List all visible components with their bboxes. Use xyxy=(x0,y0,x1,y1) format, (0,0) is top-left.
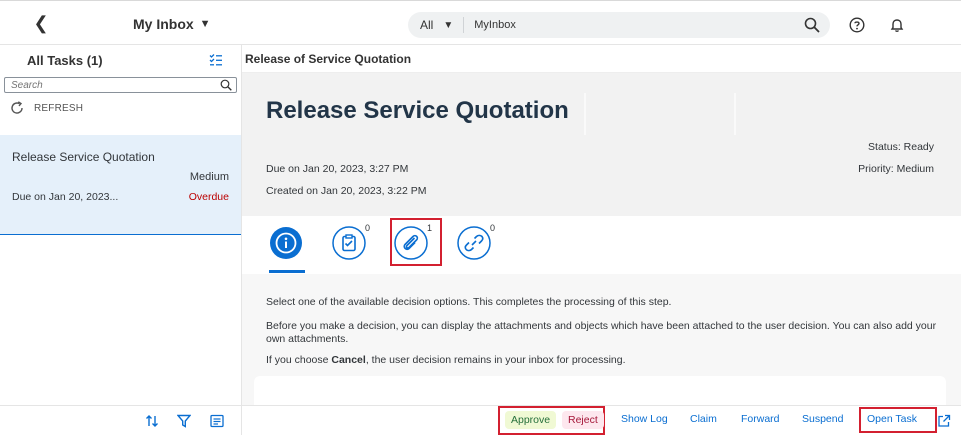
tab-count: 0 xyxy=(365,223,371,233)
tab-notes[interactable]: 0 xyxy=(332,223,370,260)
approve-button[interactable]: Approve xyxy=(505,411,557,429)
cancel-keyword: Cancel xyxy=(331,354,366,366)
detail-title: Release of Service Quotation xyxy=(242,45,961,73)
tab-related-objects[interactable]: 0 xyxy=(457,223,495,260)
open-task-button[interactable]: Open Task xyxy=(867,413,917,425)
chevron-down-icon: ▼ xyxy=(443,19,454,31)
claim-button[interactable]: Claim xyxy=(690,413,717,425)
icon-tab-bar: 0 1 0 xyxy=(242,216,961,274)
refresh-button[interactable]: REFRESH xyxy=(0,93,241,123)
shell-search-input[interactable] xyxy=(474,19,795,31)
tab-count: 0 xyxy=(490,223,496,233)
multi-select-icon[interactable] xyxy=(209,53,223,67)
search-icon[interactable] xyxy=(804,17,820,33)
app-title: My Inbox xyxy=(133,16,194,32)
detail-footer: Approve Reject Show Log Claim Forward Su… xyxy=(242,405,961,435)
back-icon[interactable]: ❮ xyxy=(30,11,52,35)
external-link-icon[interactable] xyxy=(937,414,951,428)
decision-info: Select one of the available decision opt… xyxy=(242,274,961,406)
master-footer xyxy=(0,405,242,435)
content-card xyxy=(254,376,946,406)
filter-icon[interactable] xyxy=(177,414,191,428)
group-icon[interactable] xyxy=(210,414,224,428)
status-text: Status: Ready xyxy=(868,141,934,153)
help-icon[interactable] xyxy=(849,17,865,33)
all-tasks-title: All Tasks (1) xyxy=(27,53,103,68)
reject-button[interactable]: Reject xyxy=(562,411,604,429)
info-paragraph: If you choose Cancel, the user decision … xyxy=(266,354,946,367)
shell-search: All ▼ xyxy=(408,12,830,38)
highlight-box xyxy=(390,218,442,266)
task-search xyxy=(4,77,237,93)
object-title: Release Service Quotation xyxy=(266,97,569,124)
chevron-down-icon: ▼ xyxy=(199,18,211,30)
master-header: All Tasks (1) xyxy=(0,45,241,76)
created-date: Created on Jan 20, 2023, 3:22 PM xyxy=(266,185,427,197)
info-paragraph: Before you make a decision, you can disp… xyxy=(266,320,937,345)
info-paragraph: Select one of the available decision opt… xyxy=(266,296,672,308)
info-icon xyxy=(270,227,302,259)
divider xyxy=(463,17,465,33)
info-text: , the user decision remains in your inbo… xyxy=(365,354,626,366)
selected-tab-indicator xyxy=(269,270,305,273)
info-text: If you choose xyxy=(266,354,332,366)
bell-icon[interactable] xyxy=(889,17,905,33)
divider xyxy=(584,93,586,135)
app-title-menu[interactable]: My Inbox ▼ xyxy=(133,16,211,32)
search-icon[interactable] xyxy=(220,79,232,91)
object-header: Release Service Quotation Due on Jan 20,… xyxy=(242,73,961,216)
task-search-input[interactable] xyxy=(11,79,201,91)
shell-bar: ❮ My Inbox ▼ All ▼ xyxy=(0,0,961,45)
suspend-button[interactable]: Suspend xyxy=(802,413,843,425)
notes-icon xyxy=(332,226,366,260)
show-log-button[interactable]: Show Log xyxy=(621,413,668,425)
due-date: Due on Jan 20, 2023, 3:27 PM xyxy=(266,163,409,175)
sort-icon[interactable] xyxy=(145,414,159,428)
priority-text: Priority: Medium xyxy=(858,163,934,175)
refresh-icon xyxy=(11,101,23,114)
list-item[interactable]: Release Service Quotation Medium Due on … xyxy=(0,135,241,235)
link-icon xyxy=(457,226,491,260)
task-due: Due on Jan 20, 2023... xyxy=(12,191,119,203)
search-scope-value: All xyxy=(420,18,434,32)
overdue-status: Overdue xyxy=(188,191,229,203)
refresh-label: REFRESH xyxy=(34,102,84,114)
forward-button[interactable]: Forward xyxy=(741,413,780,425)
master-list: All Tasks (1) REFRESH Release Service Qu… xyxy=(0,45,242,405)
detail-pane: Release of Service Quotation Release Ser… xyxy=(242,45,961,406)
task-title: Release Service Quotation xyxy=(12,150,155,164)
divider xyxy=(734,93,736,135)
tab-information[interactable] xyxy=(269,226,303,260)
search-scope-select[interactable]: All ▼ xyxy=(420,18,453,32)
task-priority: Medium xyxy=(189,171,229,183)
